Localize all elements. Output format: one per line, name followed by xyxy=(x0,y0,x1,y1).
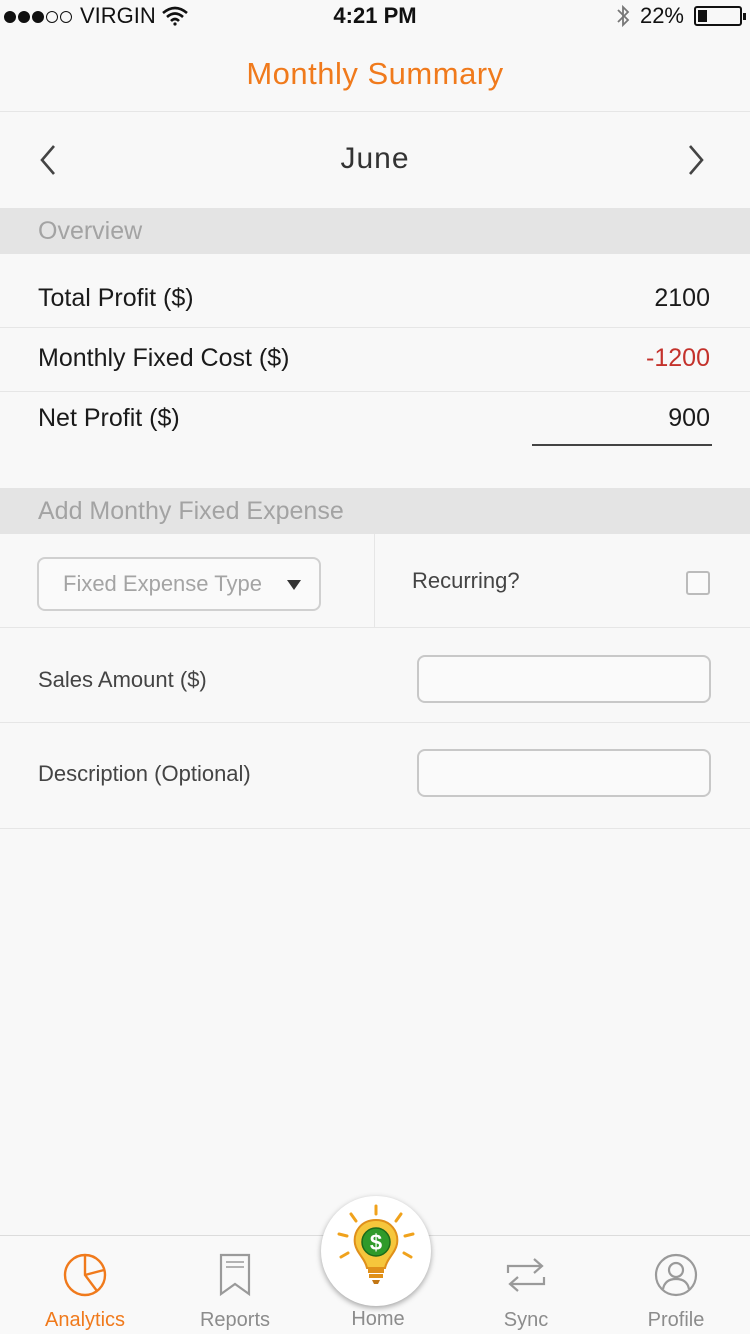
net-profit-row: Net Profit ($) 900 xyxy=(38,390,710,450)
tab-sync-label: Sync xyxy=(503,1309,549,1331)
divider xyxy=(0,828,750,829)
svg-text:$: $ xyxy=(370,1230,382,1255)
battery-icon xyxy=(694,6,746,26)
status-bar: VIRGIN 4:21 PM 22% xyxy=(0,0,750,34)
fixed-expense-type-select[interactable]: Fixed Expense Type xyxy=(37,557,321,611)
monthly-fixed-cost-row: Monthly Fixed Cost ($) -1200 xyxy=(38,330,710,390)
tab-sync[interactable]: Sync xyxy=(451,1236,601,1334)
description-label: Description (Optional) xyxy=(38,761,251,786)
tab-reports-label: Reports xyxy=(199,1309,271,1331)
add-expense-section-header: Add Monthy Fixed Expense xyxy=(0,488,750,534)
page-title: Monthly Summary xyxy=(246,56,504,91)
tab-profile[interactable]: Profile xyxy=(601,1236,750,1334)
total-profit-label: Total Profit ($) xyxy=(38,284,194,312)
pie-chart-icon xyxy=(63,1253,107,1297)
fixed-expense-type-placeholder: Fixed Expense Type xyxy=(63,571,262,596)
description-input[interactable] xyxy=(417,749,711,797)
tab-analytics-label: Analytics xyxy=(44,1309,126,1331)
net-profit-value: 900 xyxy=(668,404,710,432)
current-month: June xyxy=(340,142,410,175)
net-profit-underline xyxy=(532,444,712,446)
battery-percent: 22% xyxy=(639,3,684,28)
bookmark-icon xyxy=(219,1253,251,1297)
user-avatar-icon xyxy=(654,1253,698,1297)
tab-reports[interactable]: Reports xyxy=(160,1236,310,1334)
divider xyxy=(374,534,375,627)
sales-amount-input[interactable] xyxy=(417,655,711,703)
divider xyxy=(0,327,750,328)
tab-profile-label: Profile xyxy=(647,1309,705,1331)
bluetooth-icon xyxy=(617,4,630,28)
total-profit-row: Total Profit ($) 2100 xyxy=(38,270,710,330)
divider xyxy=(0,627,750,628)
month-switcher: June xyxy=(0,112,750,208)
tab-home-label: Home xyxy=(351,1308,405,1330)
net-profit-label: Net Profit ($) xyxy=(38,404,180,432)
dropdown-caret-icon xyxy=(287,580,301,590)
recurring-checkbox[interactable] xyxy=(686,571,710,595)
lightbulb-dollar-icon: $ xyxy=(337,1204,415,1284)
next-month-button[interactable] xyxy=(680,142,710,178)
total-profit-value: 2100 xyxy=(654,284,710,312)
recurring-label: Recurring? xyxy=(412,568,520,593)
sales-amount-label: Sales Amount ($) xyxy=(38,667,207,692)
tab-analytics[interactable]: Analytics xyxy=(10,1236,160,1334)
overview-section-header: Overview xyxy=(0,208,750,254)
sync-arrows-icon xyxy=(506,1258,546,1292)
tab-home[interactable]: $ xyxy=(321,1196,431,1306)
monthly-fixed-cost-value: -1200 xyxy=(646,344,710,372)
monthly-fixed-cost-label: Monthly Fixed Cost ($) xyxy=(38,344,290,372)
divider xyxy=(0,722,750,723)
